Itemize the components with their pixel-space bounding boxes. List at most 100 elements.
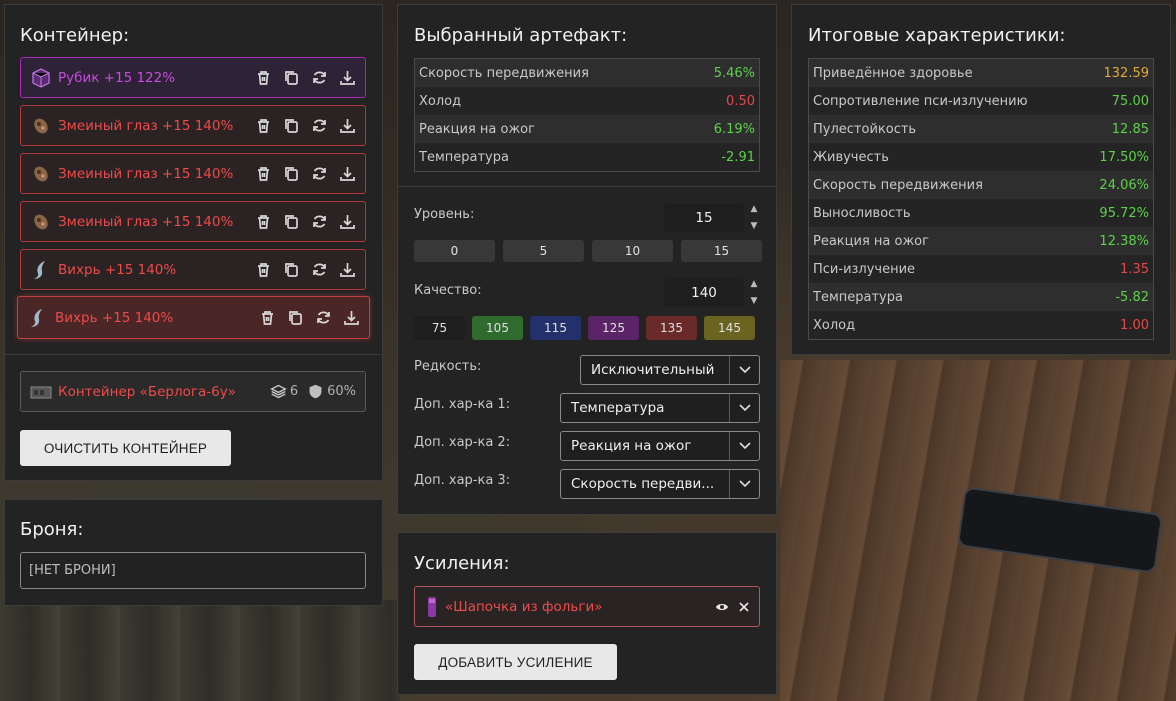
level-input[interactable]: 15 xyxy=(664,204,744,232)
artifact-row[interactable]: Рубик +15 122% xyxy=(20,57,366,98)
artifact-name: Змеиный глаз +15 140% xyxy=(58,117,234,134)
delete-icon[interactable] xyxy=(255,213,272,230)
stat-row: Пси-излучение 1.35 xyxy=(809,255,1153,283)
snake-eye-icon xyxy=(30,115,52,137)
artifact-divider xyxy=(398,186,776,187)
spin-down-icon[interactable]: ▼ xyxy=(751,222,758,231)
quality-preset-button[interactable]: 125 xyxy=(588,316,639,340)
stat-value: 6.19% xyxy=(713,121,755,137)
boosts-title: Усиления: xyxy=(414,553,510,574)
quality-label: Качество: xyxy=(414,283,482,298)
armor-slot[interactable]: [НЕТ БРОНИ] xyxy=(20,552,366,589)
copy-icon[interactable] xyxy=(283,69,300,86)
stat-value: 95.72% xyxy=(1099,205,1149,221)
artifact-row[interactable]: Змеиный глаз +15 140% xyxy=(20,153,366,194)
stat-row: Холод 1.00 xyxy=(809,311,1153,339)
stat-row: Приведённое здоровье 132.59 xyxy=(809,59,1153,87)
delete-icon[interactable] xyxy=(255,69,272,86)
refresh-icon[interactable] xyxy=(311,117,328,134)
refresh-icon[interactable] xyxy=(311,69,328,86)
rarity-value: Исключительный xyxy=(591,362,715,378)
container-box-icon xyxy=(30,386,52,398)
extra3-select[interactable]: Скорость передви... xyxy=(560,469,760,499)
artifact-name: Вихрь +15 140% xyxy=(55,309,174,326)
refresh-icon[interactable] xyxy=(311,213,328,230)
delete-icon[interactable] xyxy=(255,261,272,278)
refresh-icon[interactable] xyxy=(315,309,332,326)
stat-row: Температура -5.82 xyxy=(809,283,1153,311)
artifact-row[interactable]: Вихрь +15 140% xyxy=(17,296,370,339)
copy-icon[interactable] xyxy=(287,309,304,326)
add-boost-button[interactable]: ДОБАВИТЬ УСИЛЕНИЕ xyxy=(414,644,617,680)
stat-label: Сопротивление пси-излучению xyxy=(813,93,1028,109)
armor-panel: Броня: [НЕТ БРОНИ] xyxy=(4,499,383,606)
stat-row: Холод 0.50 xyxy=(415,87,759,115)
quality-spinner[interactable]: ▲ ▼ xyxy=(749,280,759,306)
container-item[interactable]: Контейнер «Берлога-6у» 6 60% xyxy=(20,371,366,412)
extra1-select[interactable]: Температура xyxy=(560,393,760,423)
stat-label: Приведённое здоровье xyxy=(813,65,973,81)
rarity-select[interactable]: Исключительный xyxy=(580,355,760,385)
copy-icon[interactable] xyxy=(283,261,300,278)
delete-icon[interactable] xyxy=(259,309,276,326)
artifact-row[interactable]: Вихрь +15 140% xyxy=(20,249,366,290)
boosts-panel: Усиления: «Шапочка из фольги» ДОБАВИТЬ У… xyxy=(397,532,777,695)
level-preset-button[interactable]: 10 xyxy=(592,240,673,262)
download-icon[interactable] xyxy=(339,261,356,278)
download-icon[interactable] xyxy=(339,213,356,230)
stat-row: Реакция на ожог 6.19% xyxy=(415,115,759,143)
quality-preset-button[interactable]: 115 xyxy=(530,316,581,340)
rarity-label: Редкость: xyxy=(414,359,482,374)
download-icon[interactable] xyxy=(343,309,360,326)
eye-icon[interactable] xyxy=(715,602,729,612)
spin-down-icon[interactable]: ▼ xyxy=(751,297,758,306)
quality-preset-button[interactable]: 145 xyxy=(704,316,755,340)
stat-row: Выносливость 95.72% xyxy=(809,199,1153,227)
stat-value: 24.06% xyxy=(1099,177,1149,193)
delete-icon[interactable] xyxy=(255,117,272,134)
artifact-name: Рубик +15 122% xyxy=(58,69,176,86)
spin-up-icon[interactable]: ▲ xyxy=(751,205,758,214)
quality-preset-button[interactable]: 105 xyxy=(472,316,523,340)
copy-icon[interactable] xyxy=(283,165,300,182)
artifact-row[interactable]: Змеиный глаз +15 140% xyxy=(20,105,366,146)
level-preset-button[interactable]: 0 xyxy=(414,240,495,262)
stat-value: 12.85 xyxy=(1111,121,1149,137)
artifact-row[interactable]: Змеиный глаз +15 140% xyxy=(20,201,366,242)
totals-title: Итоговые характеристики: xyxy=(808,25,1066,46)
spin-up-icon[interactable]: ▲ xyxy=(751,280,758,289)
selected-artifact-panel: Выбранный артефакт: Скорость передвижени… xyxy=(397,4,777,515)
extra1-label: Доп. хар-ка 1: xyxy=(414,397,511,412)
stat-label: Реакция на ожог xyxy=(419,121,535,137)
quality-preset-button[interactable]: 75 xyxy=(414,316,465,340)
delete-icon[interactable] xyxy=(255,165,272,182)
stat-value: 12.38% xyxy=(1099,233,1149,249)
refresh-icon[interactable] xyxy=(311,165,328,182)
stat-value: 0.50 xyxy=(726,93,755,109)
refresh-icon[interactable] xyxy=(311,261,328,278)
extra2-label: Доп. хар-ка 2: xyxy=(414,435,511,450)
armor-title: Броня: xyxy=(20,519,84,540)
boost-item[interactable]: «Шапочка из фольги» xyxy=(414,586,760,627)
rubik-cube-icon xyxy=(30,67,52,89)
totals-panel: Итоговые характеристики: Приведённое здо… xyxy=(791,4,1171,355)
clear-container-button[interactable]: ОЧИСТИТЬ КОНТЕЙНЕР xyxy=(20,430,231,466)
container-slots-value: 6 xyxy=(289,384,299,399)
copy-icon[interactable] xyxy=(283,213,300,230)
extra2-select[interactable]: Реакция на ожог xyxy=(560,431,760,461)
download-icon[interactable] xyxy=(339,117,356,134)
stat-label: Температура xyxy=(813,289,903,305)
download-icon[interactable] xyxy=(339,165,356,182)
quality-presets: 75 105 115 125 135 145 xyxy=(414,316,755,340)
container-panel: Контейнер: Рубик +15 122% Змеиный глаз +1… xyxy=(4,4,383,481)
close-icon[interactable] xyxy=(739,601,749,612)
download-icon[interactable] xyxy=(339,69,356,86)
level-preset-button[interactable]: 5 xyxy=(503,240,584,262)
container-protection: 60% xyxy=(307,383,356,400)
quality-input[interactable]: 140 xyxy=(664,279,744,307)
copy-icon[interactable] xyxy=(283,117,300,134)
level-preset-button[interactable]: 15 xyxy=(681,240,762,262)
quality-preset-button[interactable]: 135 xyxy=(646,316,697,340)
level-spinner[interactable]: ▲ ▼ xyxy=(749,205,759,231)
extra3-value: Скорость передви... xyxy=(571,476,715,492)
